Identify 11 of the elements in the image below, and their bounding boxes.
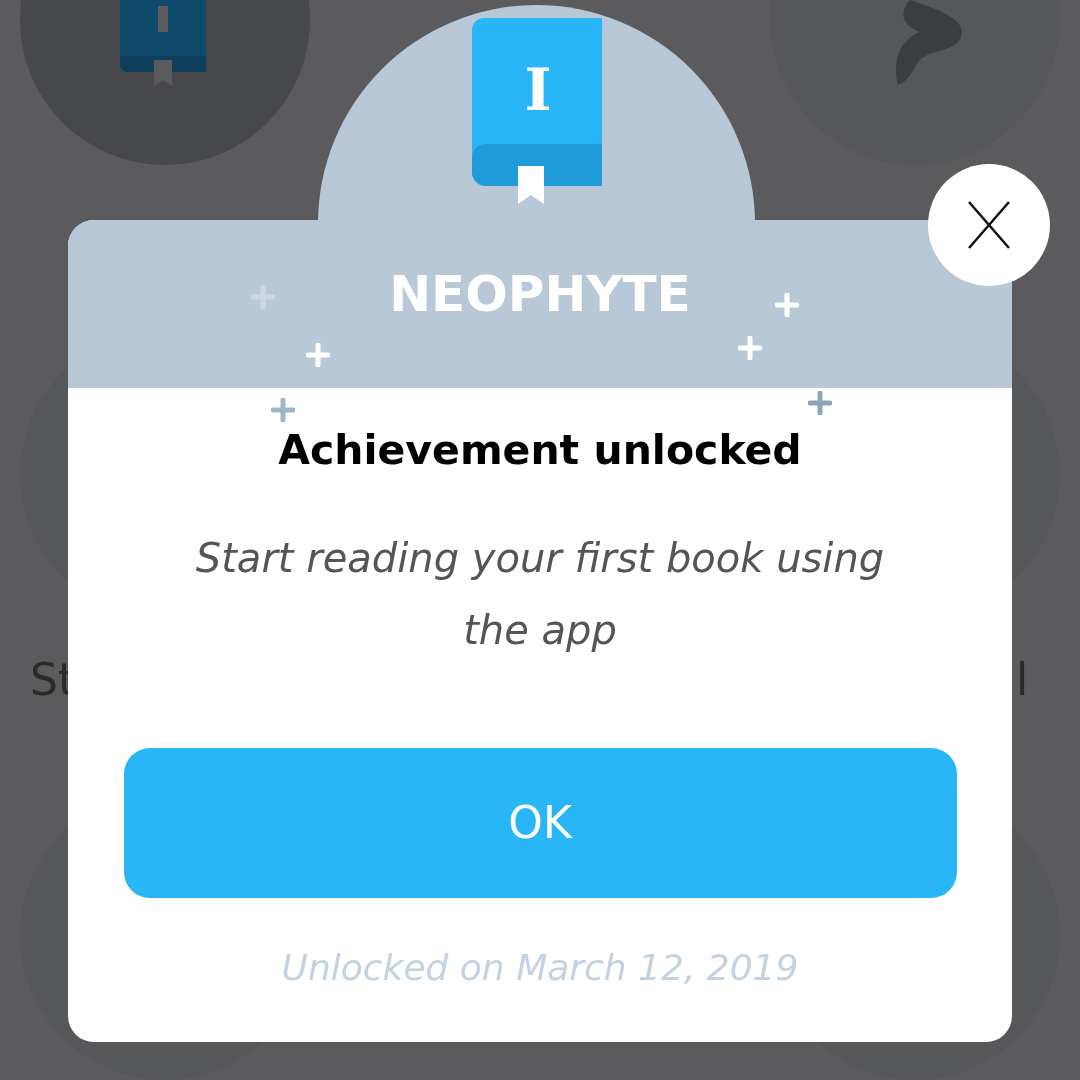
sparkle-icon — [738, 336, 762, 360]
sparkle-icon — [306, 343, 330, 367]
close-icon — [967, 200, 1011, 250]
unlock-date: Unlocked on March 12, 2019 — [281, 946, 799, 990]
ok-button[interactable]: OK — [123, 748, 957, 898]
badge-title: NEOPHYTE — [389, 264, 691, 325]
sparkle-icon — [808, 391, 832, 415]
sparkle-icon — [271, 398, 295, 422]
sparkle-icon — [775, 293, 799, 317]
dialog-heading: Achievement unlocked — [278, 425, 802, 476]
achievement-description: Start reading your first book using the app — [194, 534, 886, 655]
